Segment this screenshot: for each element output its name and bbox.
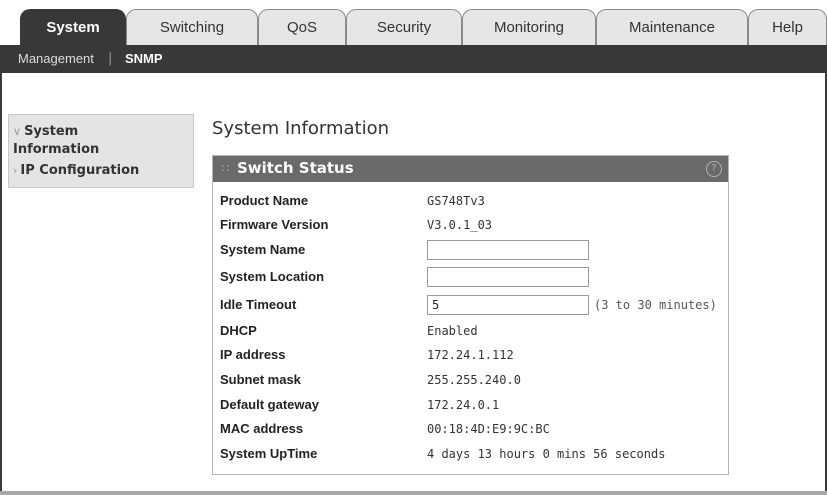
page-title: System Information: [212, 118, 390, 139]
label-system-name: System Name: [220, 242, 306, 257]
tab-security[interactable]: Security: [346, 9, 462, 45]
label-idle-timeout: Idle Timeout: [220, 297, 297, 312]
subnav-snmp[interactable]: SNMP: [125, 45, 163, 73]
label-subnet-mask: Subnet mask: [220, 372, 301, 387]
chevron-down-icon: ∨: [13, 125, 22, 138]
tab-monitoring[interactable]: Monitoring: [462, 9, 596, 45]
drag-handle-icon: ::: [221, 161, 231, 174]
value-system-uptime: 4 days 13 hours 0 mins 56 seconds: [427, 447, 666, 461]
label-dhcp: DHCP: [220, 323, 257, 338]
sub-navigation-bar: Management | SNMP: [0, 45, 827, 73]
help-icon[interactable]: ?: [706, 161, 722, 177]
subnav-management[interactable]: Management: [18, 45, 94, 73]
value-product-name: GS748Tv3: [427, 194, 485, 208]
left-navigation: ∨ System Information › IP Configuration: [8, 114, 194, 188]
value-ip-address: 172.24.1.112: [427, 348, 514, 362]
tab-help[interactable]: Help: [748, 9, 827, 45]
tab-qos[interactable]: QoS: [258, 9, 346, 45]
value-mac-address: 00:18:4D:E9:9C:BC: [427, 422, 550, 436]
value-firmware-version: V3.0.1_03: [427, 218, 493, 232]
tab-switching[interactable]: Switching: [126, 9, 258, 45]
tab-maintenance[interactable]: Maintenance: [596, 9, 748, 45]
subnav-separator: |: [108, 51, 113, 66]
value-dhcp: Enabled: [427, 324, 478, 338]
leftnav-item-ip-configuration[interactable]: › IP Configuration: [13, 162, 139, 180]
switch-status-panel: :: Switch Status ? Product Name GS748Tv3…: [212, 155, 729, 475]
idle-timeout-hint: (3 to 30 minutes): [594, 298, 717, 312]
system-name-input[interactable]: [427, 240, 589, 260]
frame-left-border: [0, 73, 2, 495]
leftnav-label: System Information: [13, 124, 100, 157]
label-firmware-version: Firmware Version: [220, 217, 329, 232]
panel-title: Switch Status: [237, 159, 354, 177]
value-subnet-mask: 255.255.240.0: [427, 373, 521, 387]
tab-system[interactable]: System: [20, 9, 126, 45]
main-tab-bar: System Switching QoS Security Monitoring…: [0, 0, 827, 45]
label-product-name: Product Name: [220, 193, 309, 208]
idle-timeout-input[interactable]: [427, 295, 589, 315]
system-location-input[interactable]: [427, 267, 589, 287]
label-mac-address: MAC address: [220, 421, 304, 436]
leftnav-label: IP Configuration: [20, 163, 140, 178]
frame-bottom-border: [0, 491, 827, 495]
label-ip-address: IP address: [220, 347, 286, 362]
leftnav-item-system-information[interactable]: ∨ System Information: [13, 123, 133, 159]
label-system-uptime: System UpTime: [220, 446, 318, 461]
label-default-gateway: Default gateway: [220, 397, 319, 412]
chevron-right-icon: ›: [13, 164, 18, 177]
value-default-gateway: 172.24.0.1: [427, 398, 500, 412]
panel-header: :: Switch Status ?: [213, 156, 728, 182]
label-system-location: System Location: [220, 269, 325, 284]
